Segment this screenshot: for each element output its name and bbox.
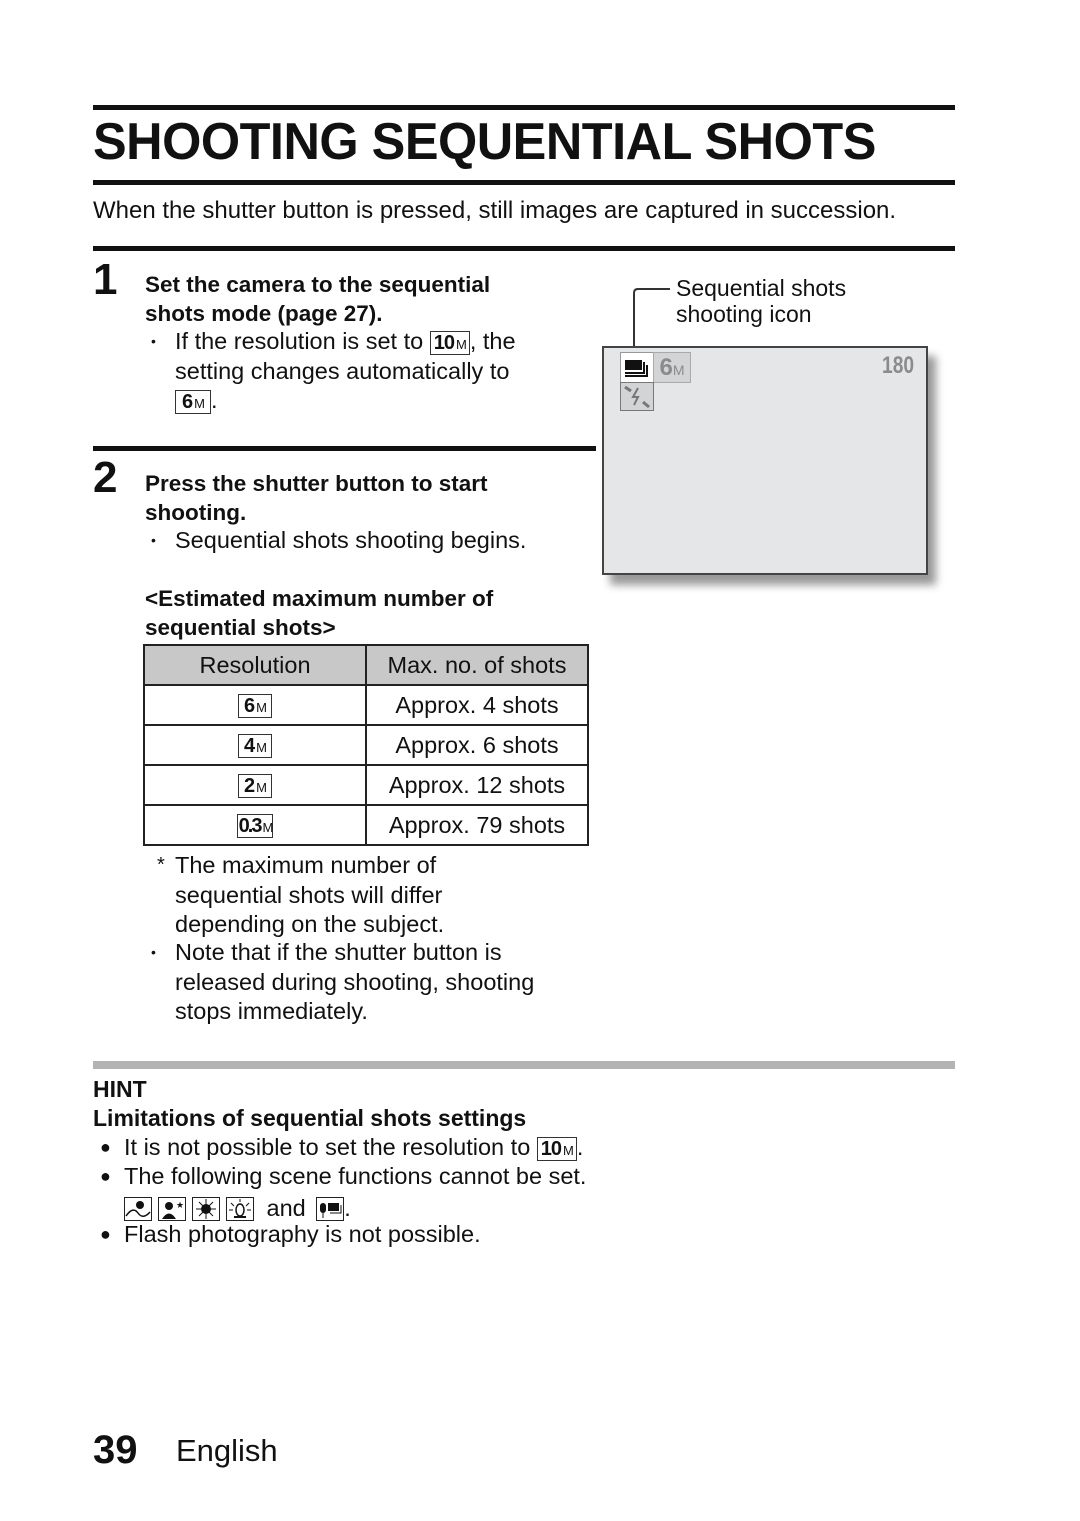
shots-value: Approx. 12 shots xyxy=(365,764,589,806)
sequential-shots-glyph xyxy=(625,360,648,377)
table-row: 0.3 M Approx. 79 shots xyxy=(143,804,589,846)
step2-heading: Press the shutter button to start shooti… xyxy=(145,469,488,527)
sequential-shots-table: Resolution Max. no. of shots 6M Approx. … xyxy=(143,644,589,846)
step1-bullet-text: If the resolution is set to xyxy=(175,328,424,354)
hint-heading: Limitations of sequential shots settings xyxy=(93,1105,527,1131)
sequential-shots-icon xyxy=(620,352,654,383)
table-row: 6M Approx. 4 shots xyxy=(143,684,589,726)
hint-item-1: ● It is not possible to set the resoluti… xyxy=(100,1134,584,1161)
step2-bullet: • Sequential shots shooting begins. xyxy=(151,526,526,556)
page-title: SHOOTING SEQUENTIAL SHOTS xyxy=(93,113,876,171)
svg-text:★: ★ xyxy=(176,1200,184,1210)
hint-label: HINT xyxy=(93,1076,147,1102)
step2-number: 2 xyxy=(93,453,118,502)
bullet-dot: • xyxy=(151,532,156,548)
language-label: English xyxy=(176,1433,278,1468)
resolution-10m-icon: 10 M xyxy=(536,1136,577,1161)
release-note: • Note that if the shutter button is rel… xyxy=(151,939,535,1024)
landscape-icon xyxy=(124,1197,152,1222)
table-row: 4M Approx. 6 shots xyxy=(143,724,589,766)
header-resolution: Resolution xyxy=(143,644,367,686)
bullet-dot: • xyxy=(151,944,156,960)
table-header-row: Resolution Max. no. of shots xyxy=(143,644,589,686)
step1-bullet-line2: setting changes automatically to xyxy=(175,357,510,384)
resolution-0.3m-icon: 0.3 M xyxy=(236,814,274,839)
resolution-2m-icon: 2M xyxy=(238,774,272,799)
step1-rule xyxy=(93,246,955,251)
resolution-6m-icon: 6M xyxy=(238,694,272,719)
table-caption: <Estimated maximum number of sequential … xyxy=(145,586,494,640)
lcd-resolution-indicator: 6M xyxy=(653,352,691,383)
hint-divider xyxy=(93,1061,955,1069)
resolution-4m-icon: 4M xyxy=(238,734,272,759)
resolution-6m-icon: 6M xyxy=(175,389,211,414)
step2-heading-line2: shooting. xyxy=(145,500,247,525)
asterisk-note: * The maximum number of sequential shots… xyxy=(157,852,445,937)
step1-heading: Set the camera to the sequential shots m… xyxy=(145,270,490,328)
step1-heading-line2: shots mode (page 27). xyxy=(145,301,383,326)
step1-heading-line1: Set the camera to the sequential xyxy=(145,272,491,297)
table-row: 2M Approx. 12 shots xyxy=(143,764,589,806)
page-number: 39 xyxy=(93,1428,138,1472)
title-bottom-rule xyxy=(93,180,955,185)
step2-rule xyxy=(93,446,596,451)
shots-value: Approx. 4 shots xyxy=(365,684,589,726)
header-max-shots: Max. no. of shots xyxy=(365,644,589,686)
step1-number: 1 xyxy=(93,255,118,304)
hint-item-3: ● Flash photography is not possible. xyxy=(100,1221,481,1247)
lcd-callout-label: Sequential shots shooting icon xyxy=(676,275,847,327)
step2-heading-line1: Press the shutter button to start xyxy=(145,471,488,496)
fireworks-icon xyxy=(192,1197,220,1222)
remaining-shots-count: 180 xyxy=(881,352,914,379)
resolution-10m-icon: 10 M xyxy=(429,330,470,355)
shots-value: Approx. 79 shots xyxy=(365,804,589,846)
lcd-screen: 6M 180 xyxy=(602,346,928,575)
hint-item-2: ● The following scene functions cannot b… xyxy=(100,1163,587,1222)
flash-off-icon xyxy=(620,382,654,411)
intro-text: When the shutter button is pressed, stil… xyxy=(93,197,897,224)
night-portrait-icon: ★ xyxy=(158,1197,186,1222)
lamp-icon xyxy=(226,1197,254,1222)
text-icon xyxy=(316,1197,345,1222)
bullet-dot: • xyxy=(151,333,156,349)
shots-value: Approx. 6 shots xyxy=(365,724,589,766)
step1-bullet: • If the resolution is set to 10 M, the s… xyxy=(151,328,516,414)
